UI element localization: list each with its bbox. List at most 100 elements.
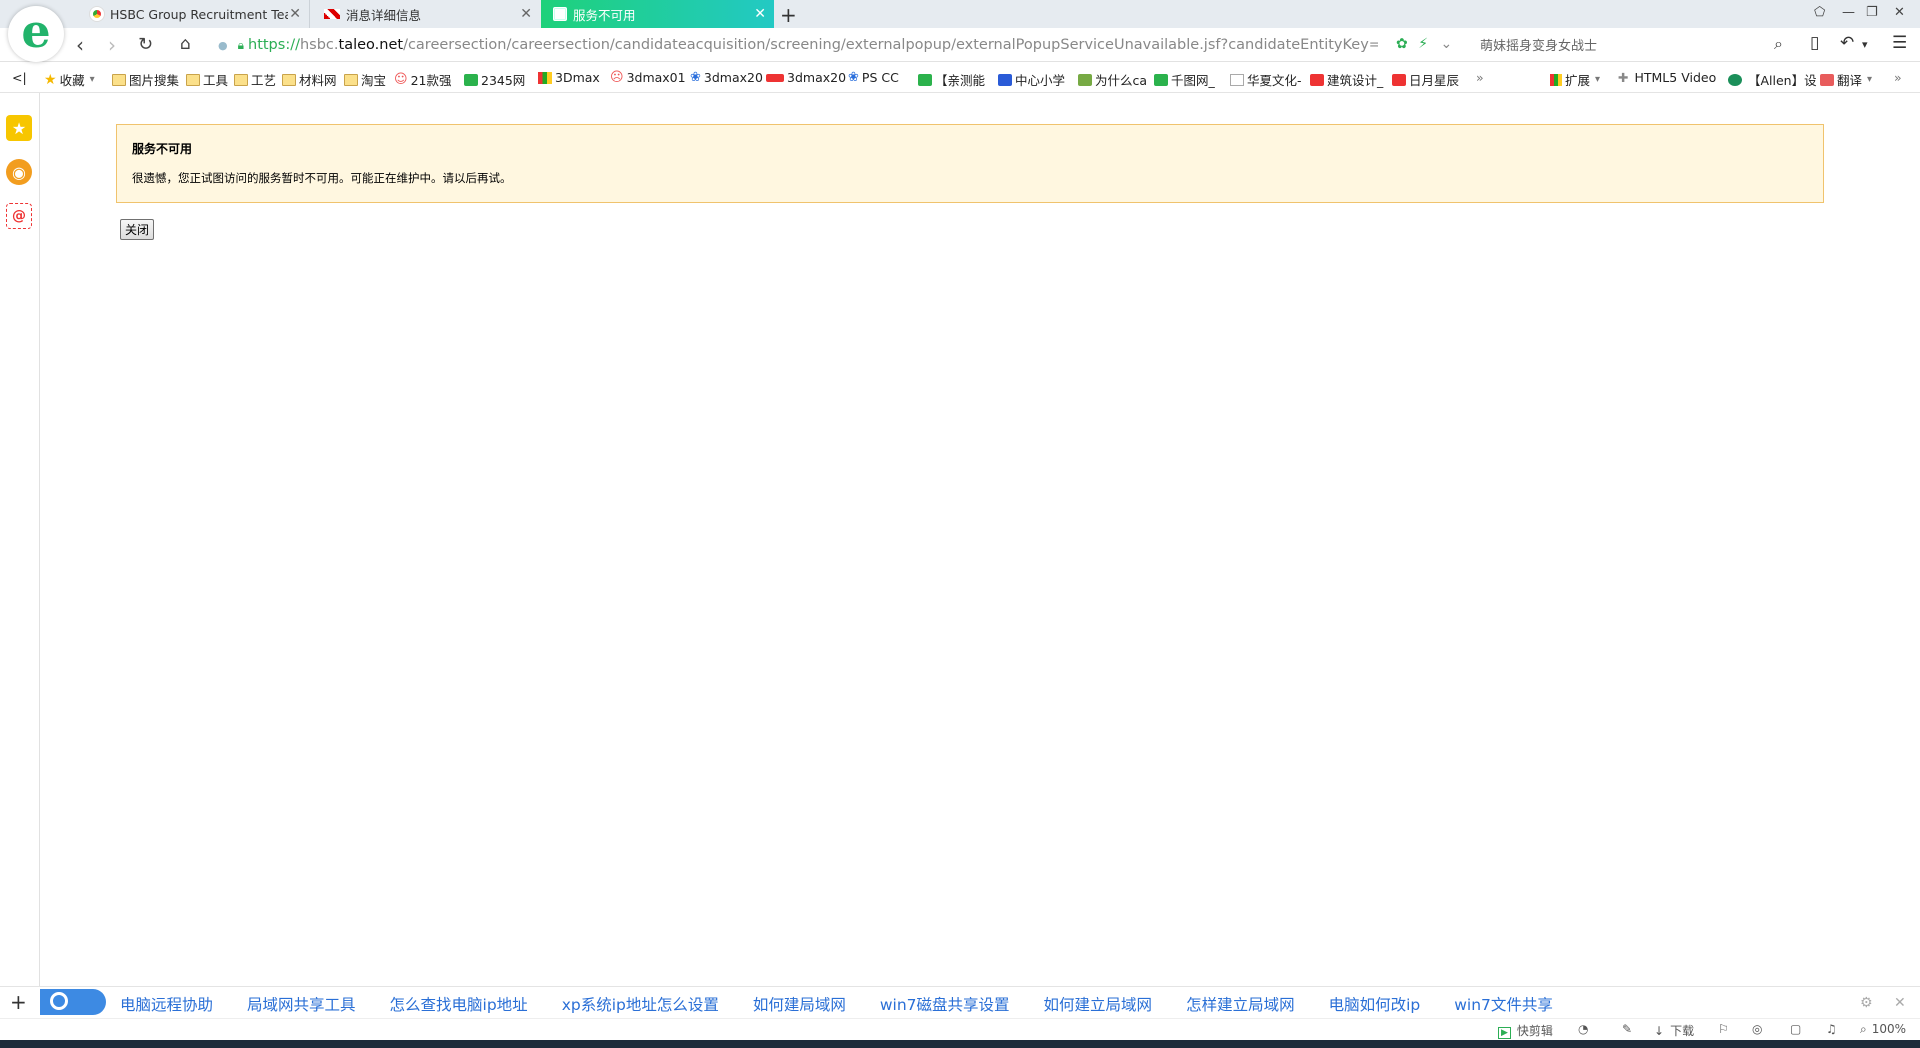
close-tab-icon[interactable]: ✕ xyxy=(754,6,766,22)
suggestion-link[interactable]: 怎样建立局域网 xyxy=(1169,993,1312,1015)
bookmark-item[interactable]: ❀ 3dmax20 xyxy=(690,70,763,85)
reader-mode-icon[interactable]: ▯ xyxy=(1810,33,1819,53)
address-bar[interactable]: ● 🔒︎ https://hsbc.taleo.net/careersectio… xyxy=(218,32,1468,58)
bookmark-item[interactable]: 3dmax20 xyxy=(766,70,846,85)
bookmark-item[interactable]: 为什么ca xyxy=(1078,70,1147,89)
suggestion-link[interactable]: 局域网共享工具 xyxy=(230,993,373,1015)
close-button[interactable]: 关闭 xyxy=(120,219,155,240)
allen-extension[interactable]: 【Allen】设 xyxy=(1728,70,1817,89)
zoom-control[interactable]: ⌕ 100% xyxy=(1860,1022,1906,1037)
mail-icon[interactable]: @ xyxy=(6,203,32,229)
forward-button[interactable]: › xyxy=(108,33,116,57)
suggestion-link[interactable]: xp系统ip地址怎么设置 xyxy=(545,993,736,1015)
tab-message-details[interactable]: 消息详细信息 ✕ xyxy=(312,0,540,28)
download-button[interactable]: ↓ 下载 xyxy=(1654,1022,1694,1039)
bookmark-item[interactable]: 2345网 xyxy=(464,70,525,89)
url-text[interactable]: https://hsbc.taleo.net/careersection/car… xyxy=(248,37,1378,53)
close-tab-icon[interactable]: ✕ xyxy=(289,6,301,22)
home-button[interactable]: ⌂ xyxy=(180,34,191,54)
chevron-down-icon: ▾ xyxy=(89,74,95,85)
menu-icon[interactable]: ☰ xyxy=(1892,33,1907,53)
bookmark-item[interactable]: 工艺 xyxy=(234,70,276,89)
bookmark-item[interactable]: ❀ PS CC xyxy=(848,70,899,85)
chevron-down-icon: ▾ xyxy=(1867,74,1873,85)
windows-taskbar xyxy=(0,1040,1920,1048)
more-bookmarks-button[interactable]: » xyxy=(1476,70,1484,85)
search-input[interactable]: 萌妹摇身变身女战士 xyxy=(1480,35,1780,57)
more-extensions-button[interactable]: » xyxy=(1894,70,1902,85)
search-icon[interactable]: ⌕ xyxy=(1774,34,1783,54)
bookmark-label: 3Dmax xyxy=(555,70,600,85)
speed-mode-icon[interactable]: ⚡ xyxy=(1418,36,1428,52)
bookmark-item[interactable]: 中心小学 xyxy=(998,70,1065,89)
bookmark-item[interactable]: 华夏文化- xyxy=(1230,70,1302,89)
bookmark-item[interactable]: 建筑设计_ xyxy=(1310,70,1383,89)
bookmark-item[interactable]: 图片搜集 xyxy=(112,70,179,89)
bookmark-item[interactable]: 日月星辰 xyxy=(1392,70,1459,89)
extensions-menu[interactable]: 扩展 ▾ xyxy=(1550,70,1600,89)
bookmark-label: 3dmax20 xyxy=(703,70,763,85)
page-content: 服务不可用 很遗憾，您正试图访问的服务暂时不可用。可能正在维护中。请以后再试。 … xyxy=(41,93,1920,986)
security-shield-icon[interactable]: ● xyxy=(218,39,228,52)
folder-icon xyxy=(344,73,358,86)
bookmark-label: 日月星辰 xyxy=(1409,73,1460,88)
download-icon: ↓ xyxy=(1654,1024,1665,1038)
suggestion-link[interactable]: 如何建局域网 xyxy=(736,993,863,1015)
bookmark-label: 材料网 xyxy=(299,73,337,88)
refresh-button[interactable]: ↻ xyxy=(138,34,153,55)
favorites-star-icon[interactable]: ★ xyxy=(6,115,32,141)
weibo-icon[interactable]: ◉ xyxy=(6,159,32,185)
add-icon[interactable]: + xyxy=(10,990,27,1014)
window-icon[interactable]: ▢ xyxy=(1790,1022,1801,1036)
chevron-down-icon[interactable]: ⌄ xyxy=(1440,36,1452,52)
bookmark-item[interactable]: 淘宝 xyxy=(344,70,386,89)
settings-gear-icon[interactable]: ⚙ xyxy=(1860,995,1873,1011)
bookmark-item[interactable]: ☹ 3dmax01 xyxy=(610,70,686,85)
bookmark-item[interactable]: 工具 xyxy=(186,70,228,89)
bookmark-item[interactable]: 【亲测能 xyxy=(918,70,985,89)
baidu-paw-icon: ❀ xyxy=(690,70,701,85)
compat-mode-icon[interactable]: ✿ xyxy=(1396,36,1408,52)
html5-video-extension[interactable]: ✚ HTML5 Video xyxy=(1618,70,1716,85)
suggestion-link[interactable]: 电脑远程协助 xyxy=(103,993,230,1015)
site-icon xyxy=(1310,73,1324,86)
new-tab-button[interactable]: + xyxy=(780,3,797,27)
bookmark-item[interactable]: 3Dmax xyxy=(538,70,600,85)
pin-icon[interactable]: ✎ xyxy=(1622,1022,1632,1036)
browser-logo-icon[interactable]: e xyxy=(8,6,64,62)
bookmark-label: 收藏 xyxy=(59,73,85,88)
tab-service-unavailable[interactable]: 服务不可用 ✕ xyxy=(541,0,774,28)
minimize-button[interactable]: — xyxy=(1842,5,1855,20)
suggestion-link[interactable]: win7磁盘共享设置 xyxy=(863,993,1027,1015)
kuaijianji-button[interactable]: ▶ 快剪辑 xyxy=(1498,1022,1553,1039)
back-button[interactable]: ‹ xyxy=(76,33,84,57)
skin-icon[interactable]: ⬠ xyxy=(1814,5,1825,20)
flag-icon[interactable]: ⚐ xyxy=(1718,1022,1729,1036)
tab-title: 服务不可用 xyxy=(573,7,636,23)
speed-icon[interactable]: ◔ xyxy=(1578,1022,1588,1036)
translate-extension[interactable]: 翻译 ▾ xyxy=(1820,70,1872,89)
suggestion-link[interactable]: win7文件共享 xyxy=(1437,993,1570,1015)
bookmark-label: 3dmax20 xyxy=(787,70,847,85)
tab-hsbc-recruitment[interactable]: HSBC Group Recruitment Team ✕ xyxy=(78,0,310,28)
close-window-button[interactable]: ✕ xyxy=(1894,5,1905,20)
restore-button[interactable]: ❐ xyxy=(1866,5,1878,20)
suggestion-link[interactable]: 电脑如何改ip xyxy=(1312,993,1438,1015)
favorites-menu[interactable]: ★ 收藏 ▾ xyxy=(44,70,95,89)
close-tab-icon[interactable]: ✕ xyxy=(520,6,532,22)
suggestion-link[interactable]: 如何建立局域网 xyxy=(1027,993,1170,1015)
undo-menu-chevron-icon[interactable]: ▾ xyxy=(1862,38,1868,51)
bookmark-item[interactable]: 千图网_ xyxy=(1154,70,1215,89)
bookmark-item[interactable]: 材料网 xyxy=(282,70,337,89)
lock-icon[interactable]: 🔒︎ xyxy=(238,38,244,53)
bookmark-label: PS CC xyxy=(861,70,899,85)
browser-icon[interactable]: ◎ xyxy=(1752,1022,1762,1036)
volume-icon[interactable]: ♫ xyxy=(1826,1022,1837,1036)
bookmark-item[interactable]: ☺ 21款强 xyxy=(394,70,451,89)
search-icon[interactable] xyxy=(40,989,106,1015)
undo-close-icon[interactable]: ↶ xyxy=(1840,33,1854,53)
close-bar-icon[interactable]: ✕ xyxy=(1894,995,1906,1011)
sidebar-toggle-button[interactable]: <| xyxy=(12,70,27,85)
suggestion-link[interactable]: 怎么查找电脑ip地址 xyxy=(373,993,545,1015)
zoom-level: 100% xyxy=(1871,1022,1907,1036)
